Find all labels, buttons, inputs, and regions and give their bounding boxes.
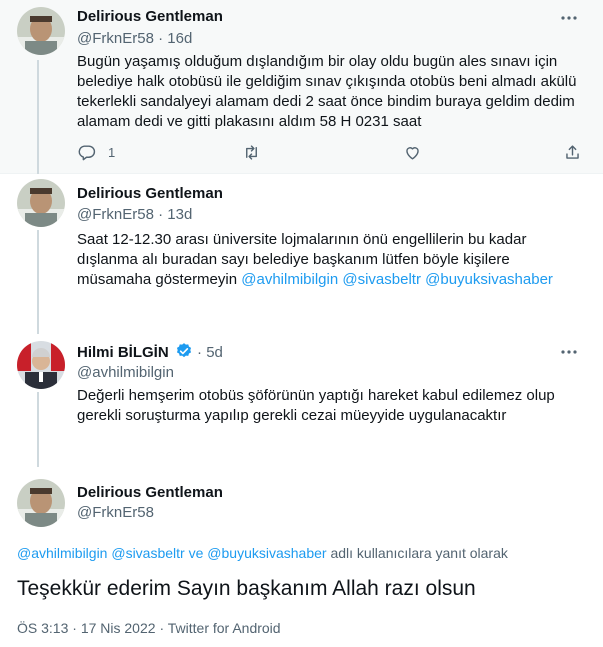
reply-count: 1 (108, 144, 116, 160)
thread-line (37, 230, 39, 334)
avatar[interactable] (17, 7, 65, 55)
reply-suffix: adlı kullanıcılara yanıt olarak (330, 545, 508, 561)
tweet-time[interactable]: 16d (167, 30, 192, 47)
tweet-text: Bugün yaşamış olduğum dışlandığım bir ol… (77, 53, 577, 130)
tweet-timestamp[interactable]: ÖS 3:13 (17, 620, 68, 636)
verified-badge-icon (176, 343, 191, 358)
retweet-button[interactable] (242, 140, 261, 164)
author-name[interactable]: Hilmi BİLGİN (77, 344, 169, 361)
tweet-date[interactable]: 17 Nis 2022 (81, 620, 156, 636)
tweet-time[interactable]: 5d (206, 344, 223, 361)
action-bar: 1 (77, 140, 583, 164)
author-name[interactable]: Delirious Gentleman (77, 8, 223, 25)
share-icon (566, 144, 579, 159)
like-icon (406, 146, 419, 160)
author-handle[interactable]: @FrknEr58 (77, 503, 154, 523)
replying-to: @avhilmibilgin @sivasbeltr ve @buyuksiva… (17, 544, 508, 562)
tweet-2[interactable]: Delirious Gentleman @FrknEr58 · 13d Saat… (0, 174, 603, 334)
author-handle[interactable]: @FrknEr58 (77, 206, 154, 223)
tweet-3[interactable]: Hilmi BİLGİN · 5d @avhilmibilgin Değerli… (0, 334, 603, 467)
tweet-meta: ÖS 3:13 · 17 Nis 2022 · Twitter for Andr… (17, 619, 281, 637)
reply-and: ve (188, 545, 204, 561)
like-button[interactable] (403, 140, 422, 164)
main-tweet-text: Teşekkür ederim Sayın başkanım Allah raz… (17, 577, 476, 600)
separator: · (72, 620, 77, 636)
avatar[interactable] (17, 341, 65, 389)
share-button[interactable] (563, 140, 582, 164)
author-handle[interactable]: @avhilmibilgin (77, 363, 174, 383)
more-icon[interactable] (559, 342, 583, 362)
mention-link[interactable]: @sivasbeltr (342, 271, 421, 288)
author-name[interactable]: Delirious Gentleman (77, 185, 223, 202)
mention-link[interactable]: @buyuksivashaber (425, 271, 553, 288)
mention-link[interactable]: @buyuksivashaber (207, 545, 326, 561)
tweet-1[interactable]: Delirious Gentleman @FrknEr58 · 16d Bugü… (0, 0, 603, 174)
tweet-source[interactable]: Twitter for Android (168, 620, 281, 636)
author-handle[interactable]: @FrknEr58 (77, 30, 154, 47)
main-tweet: Delirious Gentleman @FrknEr58 @avhilmibi… (0, 467, 603, 647)
retweet-icon (246, 144, 257, 160)
avatar[interactable] (17, 479, 65, 527)
reply-icon (78, 144, 96, 160)
thread-line (37, 60, 39, 174)
tweet-text: Değerli hemşerim otobüs şöförünün yaptığ… (77, 387, 555, 424)
mention-link[interactable]: @avhilmibilgin (17, 545, 107, 561)
tweet-text: Saat 12-12.30 arası üniversite lojmaları… (77, 230, 582, 290)
author-name[interactable]: Delirious Gentleman (77, 484, 223, 501)
tweet-time[interactable]: 13d (167, 206, 192, 223)
mention-link[interactable]: @avhilmibilgin (241, 271, 338, 288)
thread-line (37, 392, 39, 467)
mention-link[interactable]: @sivasbeltr (111, 545, 184, 561)
more-icon[interactable] (559, 8, 583, 28)
reply-button[interactable]: 1 (77, 140, 115, 164)
separator: · (159, 620, 165, 636)
avatar[interactable] (17, 179, 65, 227)
